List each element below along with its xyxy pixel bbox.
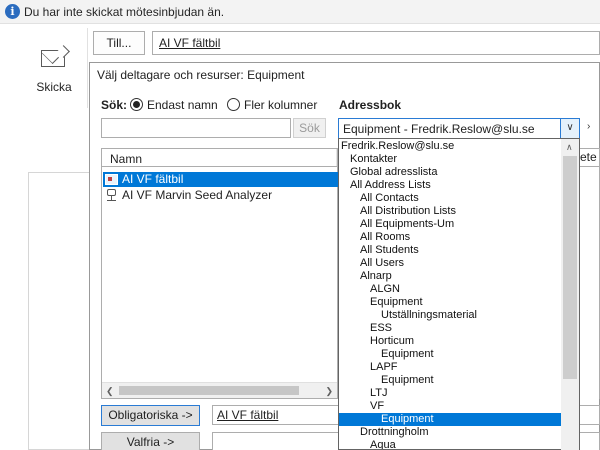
address-book-option[interactable]: Drottningholm [339, 426, 562, 439]
send-button-label: Skicka [36, 80, 72, 94]
address-book-option[interactable]: All Rooms [339, 231, 562, 244]
radio-name-only-label[interactable]: Endast namn [147, 98, 218, 112]
scroll-up-icon[interactable]: ∧ [566, 142, 573, 153]
address-book-option[interactable]: Global adresslista [339, 166, 562, 179]
chevron-right-icon: › [587, 121, 591, 132]
address-book-option[interactable]: Utställningsmaterial [339, 309, 562, 322]
address-book-option[interactable]: Aqua [339, 439, 562, 449]
address-book-option[interactable]: Horticum [339, 335, 562, 348]
address-book-option[interactable]: All Distribution Lists [339, 205, 562, 218]
address-book-value: Equipment - Fredrik.Reslow@slu.se [343, 122, 535, 136]
list-item-label: AI VF fältbil [122, 172, 184, 186]
address-book-option[interactable]: VF [339, 400, 562, 413]
address-book-option[interactable]: All Equipments-Um [339, 218, 562, 231]
address-book-option[interactable]: ESS [339, 322, 562, 335]
address-book-option[interactable]: LTJ [339, 387, 562, 400]
to-button[interactable]: Till... [93, 31, 145, 55]
address-book-option[interactable]: All Address Lists [339, 179, 562, 192]
address-book-option[interactable]: ALGN [339, 283, 562, 296]
address-book-option[interactable]: Alnarp [339, 270, 562, 283]
search-label: Sök: [101, 98, 128, 112]
radio-more-columns[interactable] [227, 98, 240, 111]
optional-button[interactable]: Valfria -> [101, 432, 200, 450]
chevron-down-icon[interactable]: ∨ [560, 119, 579, 138]
address-book-select[interactable]: Equipment - Fredrik.Reslow@slu.se ∨ [338, 118, 580, 139]
required-button[interactable]: Obligatoriska -> [101, 405, 200, 426]
address-book-option[interactable]: All Students [339, 244, 562, 257]
to-field[interactable]: AI VF fältbil [152, 31, 600, 55]
scrollbar-thumb[interactable] [119, 386, 299, 395]
address-book-option[interactable]: Equipment [339, 413, 562, 426]
message-body-area[interactable] [28, 172, 90, 450]
required-attendee[interactable]: AI VF fältbil [217, 408, 278, 422]
right-column-body [578, 167, 600, 399]
info-bar: i Du har inte skickat mötesinbjudan än. [0, 0, 600, 24]
horizontal-scrollbar[interactable]: ❮ ❯ [102, 382, 337, 398]
address-book-option[interactable]: LAPF [339, 361, 562, 374]
vertical-scrollbar[interactable]: ∧ [561, 139, 579, 450]
list-item-label: AI VF Marvin Seed Analyzer [122, 188, 273, 202]
address-book-dropdown[interactable]: Fredrik.Reslow@slu.se Kontakter Global adr… [338, 138, 580, 450]
send-button[interactable]: Skicka [30, 32, 78, 104]
address-book-label: Adressbok [339, 98, 402, 112]
scroll-left-icon[interactable]: ❮ [106, 386, 114, 397]
send-envelope-icon [41, 45, 70, 67]
address-book-option[interactable]: All Contacts [339, 192, 562, 205]
column-header-partial[interactable]: ete [578, 148, 600, 167]
results-list-header: Namn [101, 148, 338, 167]
radio-name-only[interactable] [130, 98, 143, 111]
search-input[interactable] [101, 118, 291, 138]
address-book-option[interactable]: Fredrik.Reslow@slu.se [339, 140, 562, 153]
address-book-option[interactable]: Equipment [339, 296, 562, 309]
dialog-title: Välj deltagare och resurser: Equipment [97, 68, 305, 82]
list-item[interactable]: AI VF Marvin Seed Analyzer [103, 188, 338, 203]
info-icon: i [5, 4, 20, 19]
info-bar-text: Du har inte skickat mötesinbjudan än. [24, 5, 225, 19]
divider [87, 28, 88, 108]
resource-car-icon [105, 174, 118, 185]
search-button[interactable]: Sök [293, 118, 326, 138]
address-book-option[interactable]: Kontakter [339, 153, 562, 166]
address-book-option[interactable]: Equipment [339, 374, 562, 387]
address-book-option[interactable]: All Users [339, 257, 562, 270]
to-recipient[interactable]: AI VF fältbil [159, 36, 220, 50]
equipment-icon [106, 189, 117, 202]
address-book-option[interactable]: Equipment [339, 348, 562, 361]
radio-more-columns-label[interactable]: Fler kolumner [244, 98, 317, 112]
scroll-right-icon[interactable]: ❯ [325, 386, 333, 397]
list-item[interactable]: AI VF fältbil [103, 172, 338, 187]
column-header-name[interactable]: Namn [110, 152, 142, 166]
scrollbar-thumb[interactable] [563, 156, 577, 379]
